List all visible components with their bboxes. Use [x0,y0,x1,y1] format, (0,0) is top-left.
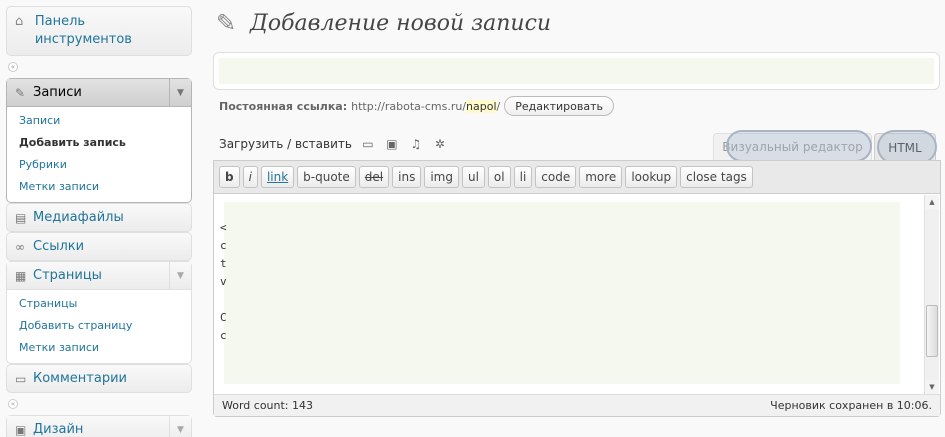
submenu-item-add-page[interactable]: Добавить страницу [7,315,191,337]
permalink-label: Постоянная ссылка: [219,99,348,113]
design-icon: ▣ [15,422,27,437]
permalink-row: Постоянная ссылка: http://rabota-cms.ru/… [219,96,615,116]
menu-media[interactable]: ▤ Медиафайлы [6,203,192,232]
menu-links[interactable]: ∞ Ссылки [6,232,192,261]
menu-posts-header[interactable]: ✎ Записи ▼ [7,79,191,107]
post-title-redacted [219,58,934,84]
content-line-char: v [220,275,227,288]
pages-submenu: Страницы Добавить страницу Метки записи [7,290,191,363]
content-line-char: C [220,311,227,324]
qt-ul-button[interactable]: ul [461,166,485,188]
page-title: Добавление новой записи [250,10,552,36]
upload-insert-label: Загрузить / вставить [219,137,352,151]
menu-pages-label: Страницы [33,268,102,283]
content-line-char: t [220,257,227,270]
submenu-item-categories[interactable]: Рубрики [7,154,191,176]
upload-insert-row: Загрузить / вставить ▭ ▣ ♫ ✲ [219,137,448,151]
submenu-item-post-tags[interactable]: Метки записи [7,176,191,198]
qt-code-button[interactable]: code [535,166,577,188]
permalink-slug[interactable]: napol [466,99,497,113]
submenu-item-page-tags[interactable]: Метки записи [7,337,191,359]
autosave-status: Черновик сохранен в 10:06. [770,399,932,412]
menu-pages-header[interactable]: ▦ Страницы ▼ [7,262,191,290]
permalink-url-base: http://rabota-cms.ru/ [351,99,467,113]
qt-del-button[interactable]: del [358,166,390,188]
menu-posts-label: Записи [33,85,82,100]
content-line-char: c [220,239,227,252]
scroll-up-icon[interactable]: ▲ [925,195,939,209]
qt-italic-button[interactable]: i [242,166,258,188]
qt-close-tags-button[interactable]: close tags [680,166,753,188]
menu-design: ▣ Дизайн ▼ [6,415,192,437]
qt-li-button[interactable]: li [513,166,533,188]
post-content-redacted [224,202,900,384]
media-icon: ▤ [15,210,27,225]
audio-icon[interactable]: ♫ [408,137,424,151]
qt-ins-button[interactable]: ins [392,166,422,188]
post-title-input[interactable] [213,52,940,90]
qt-ol-button[interactable]: ol [487,166,511,188]
quicktags-toolbar: b i link b-quote del ins img ul ol li co… [214,161,940,194]
tab-visual-editor[interactable]: Визуальный редактор [713,133,872,160]
collapse-toggle-2[interactable]: « [6,393,192,415]
submenu-item-pages[interactable]: Страницы [7,293,191,315]
qt-img-button[interactable]: img [424,166,459,188]
home-icon: ⌂ [15,14,24,29]
comments-icon: ▭ [15,371,27,386]
menu-dashboard[interactable]: ⌂ Панель инструментов [6,6,192,56]
post-editor: b i link b-quote del ins img ul ol li co… [213,160,941,417]
menu-design-header[interactable]: ▣ Дизайн ▼ [7,416,191,437]
menu-comments[interactable]: ▭ Комментарии [6,364,192,393]
image-icon[interactable]: ▭ [360,137,376,151]
pages-dropdown-icon[interactable]: ▼ [169,262,191,289]
edit-permalink-button[interactable]: Редактировать [504,96,615,116]
pin-icon: ✎ [15,85,26,100]
menu-media-label: Медиафайлы [33,210,124,225]
qt-link-button[interactable]: link [260,166,295,188]
scroll-down-icon[interactable]: ▼ [925,380,939,394]
submenu-item-posts[interactable]: Записи [7,110,191,132]
collapse-toggle[interactable]: « [6,56,192,78]
posts-submenu: Записи Добавить запись Рубрики Метки зап… [7,107,191,202]
submenu-item-add-post[interactable]: Добавить запись [7,132,191,154]
link-icon: ∞ [15,239,25,254]
post-content-textarea[interactable]: < c t v C c [214,195,926,394]
pages-icon: ▦ [15,268,27,283]
menu-design-label: Дизайн [33,422,84,437]
qt-more-button[interactable]: more [579,166,623,188]
scroll-thumb[interactable] [926,305,938,357]
qt-blockquote-button[interactable]: b-quote [297,166,356,188]
admin-sidebar: ⌂ Панель инструментов « ✎ Записи ▼ Запис… [6,6,192,437]
qt-bold-button[interactable]: b [219,166,240,188]
collapse-icon: « [8,399,18,409]
editor-scrollbar[interactable]: ▲ ▼ [924,195,939,394]
posts-dropdown-icon[interactable]: ▼ [169,79,191,106]
menu-posts: ✎ Записи ▼ Записи Добавить запись Рубрик… [6,78,192,203]
content-line-char: c [220,329,227,342]
pushpin-icon: ✎ [216,9,237,37]
page-header: ✎ Добавление новой записи [216,8,551,38]
word-count: Word count: 143 [222,399,314,412]
media-gear-icon[interactable]: ✲ [432,137,448,151]
qt-lookup-button[interactable]: lookup [625,166,678,188]
menu-links-label: Ссылки [33,239,85,254]
menu-comments-label: Комментарии [33,371,127,386]
menu-pages: ▦ Страницы ▼ Страницы Добавить страницу … [6,261,192,364]
video-icon[interactable]: ▣ [384,137,400,151]
design-dropdown-icon[interactable]: ▼ [169,416,191,437]
permalink-url-end: / [496,99,501,113]
content-line-char: < [220,221,227,234]
collapse-icon: « [8,62,18,72]
menu-dashboard-label: Панель инструментов [34,14,132,47]
tab-html[interactable]: HTML [874,133,936,161]
editor-status-bar: Word count: 143 Черновик сохранен в 10:0… [214,394,940,416]
